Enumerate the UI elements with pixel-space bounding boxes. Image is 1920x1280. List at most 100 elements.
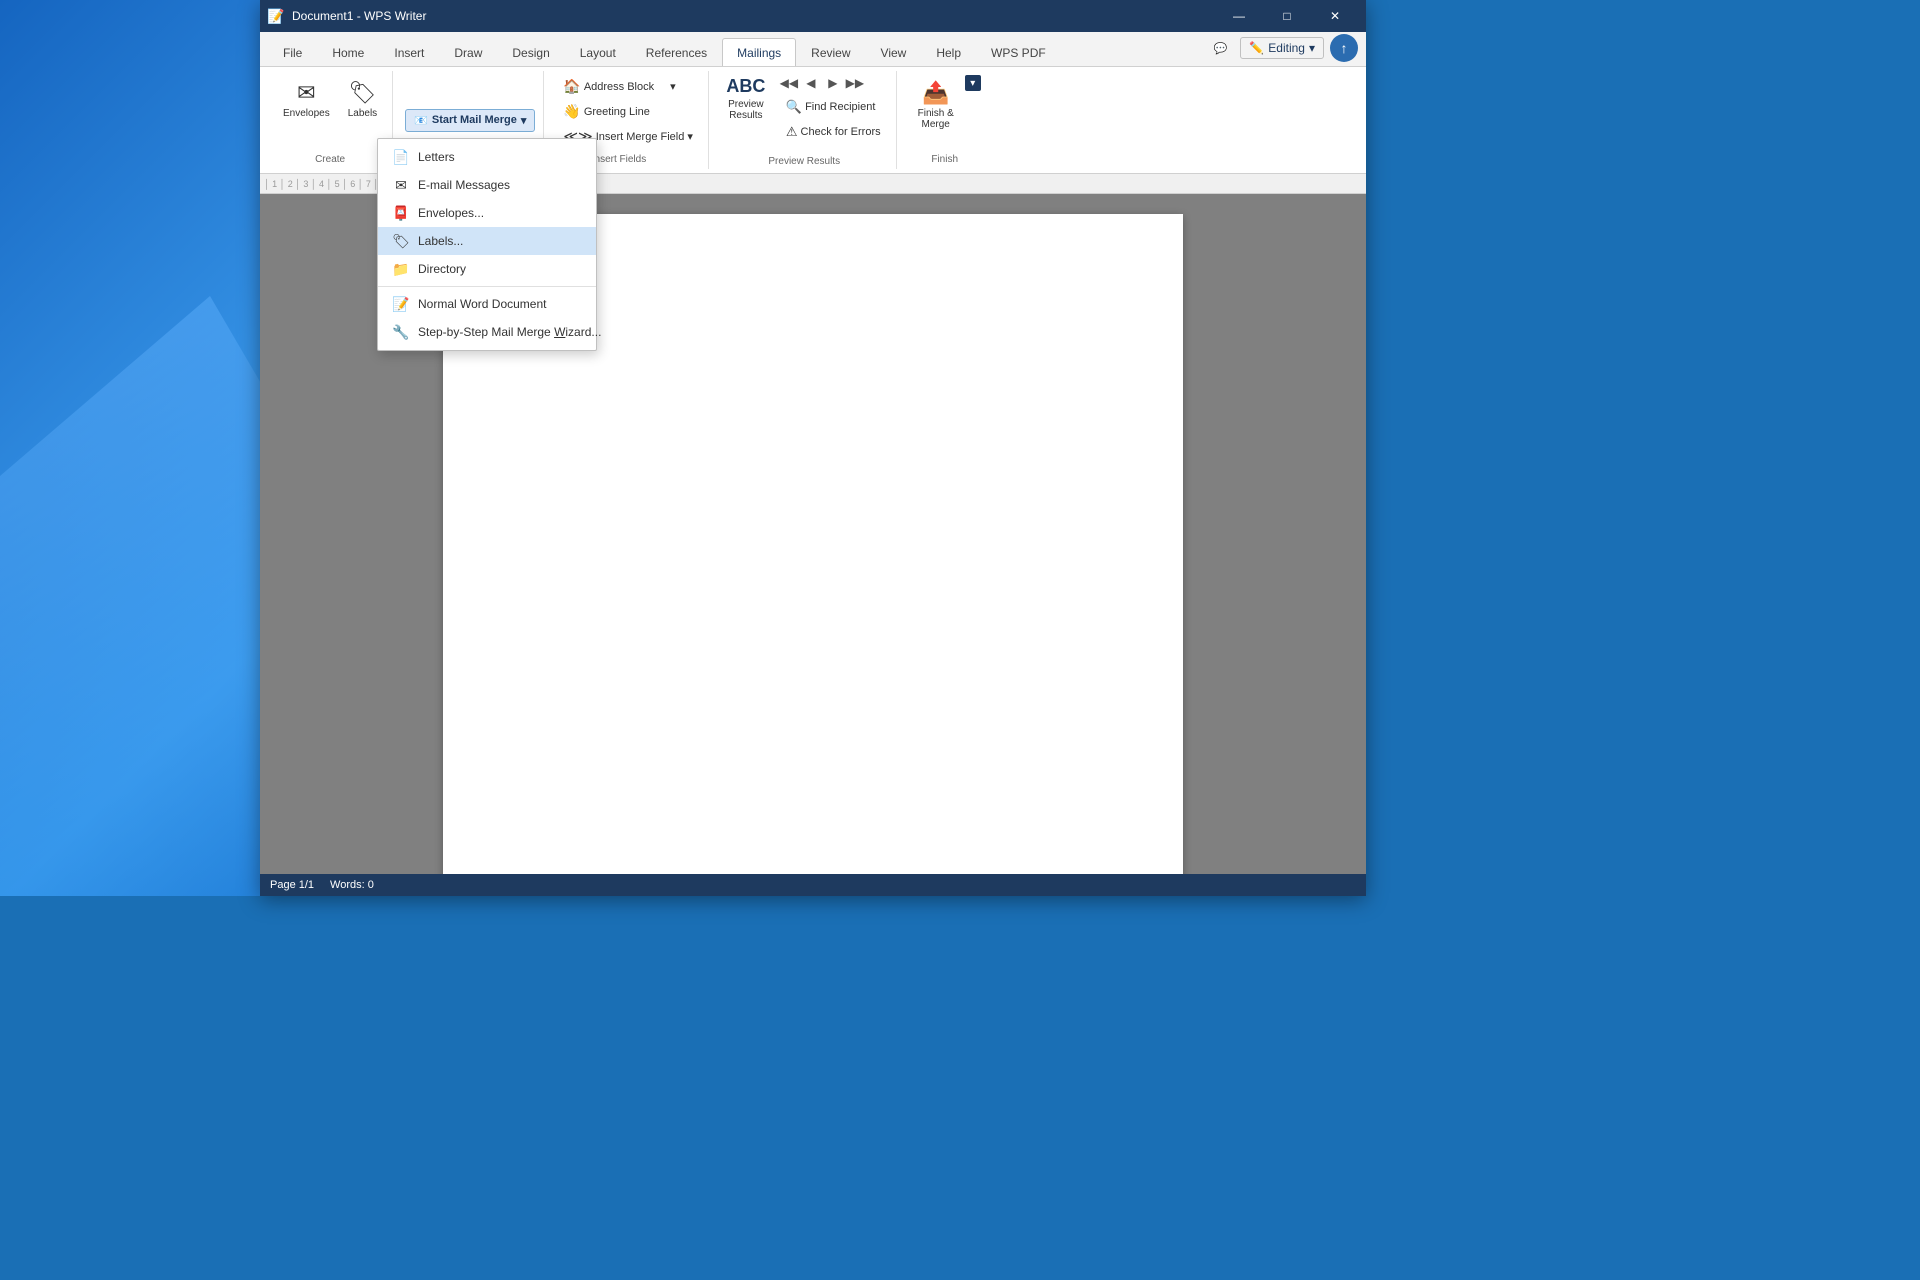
envelopes-button[interactable]: ✉ Envelopes <box>276 75 337 124</box>
tab-mailings[interactable]: Mailings <box>722 38 796 66</box>
finish-icon: 📤 <box>922 80 949 106</box>
labels-label: Labels <box>348 108 377 119</box>
edit-icon: ✏️ <box>1249 41 1264 55</box>
title-bar-controls: — □ ✕ <box>1216 0 1358 32</box>
greeting-icon: 👋 <box>563 103 580 120</box>
directory-label: Directory <box>418 262 466 276</box>
menu-item-normal-word[interactable]: 📝 Normal Word Document <box>378 290 596 318</box>
envelopes-label: Envelopes <box>283 108 330 119</box>
chevron-down-icon: ▾ <box>970 78 975 89</box>
finish-merge-button[interactable]: 📤 Finish &Merge <box>909 75 963 135</box>
tab-wps-pdf[interactable]: WPS PDF <box>976 38 1061 66</box>
nav-row: ◀◀ ◀ ▶ ▶▶ <box>779 73 888 93</box>
find-icon: 🔍 <box>786 99 802 115</box>
letters-label: Letters <box>418 150 455 164</box>
tab-design[interactable]: Design <box>497 38 564 66</box>
first-record-button[interactable]: ◀◀ <box>779 73 799 93</box>
address-block-icon: 🏠 <box>563 78 580 95</box>
envelopes-menu-icon: 📮 <box>392 204 410 222</box>
last-record-button[interactable]: ▶▶ <box>845 73 865 93</box>
address-block-button[interactable]: 🏠 Address Block <box>556 75 661 98</box>
finish-group: 📤 Finish &Merge ▾ Finish <box>901 71 989 169</box>
app-icon: 📝 <box>268 8 284 24</box>
write-insert-row2: 👋 Greeting Line <box>556 100 700 123</box>
create-buttons: ✉ Envelopes 🏷 Labels <box>276 75 384 124</box>
status-bar: Page 1/1 Words: 0 <box>260 874 1366 896</box>
share-icon: ↑ <box>1341 40 1348 56</box>
menu-item-letters[interactable]: 📄 Letters <box>378 143 596 171</box>
menu-item-labels[interactable]: 🏷 Labels... <box>378 227 596 255</box>
tab-home[interactable]: Home <box>317 38 379 66</box>
wizard-icon: 🔧 <box>392 323 410 341</box>
tab-view[interactable]: View <box>866 38 922 66</box>
menu-item-envelopes[interactable]: 📮 Envelopes... <box>378 199 596 227</box>
abc-icon: ABC <box>726 76 765 97</box>
comment-button[interactable]: 💬 <box>1207 39 1235 58</box>
envelopes-menu-label: Envelopes... <box>418 206 484 220</box>
prev-record-button[interactable]: ◀ <box>801 73 821 93</box>
menu-item-email-messages[interactable]: ✉ E-mail Messages <box>378 171 596 199</box>
menu-item-directory[interactable]: 📁 Directory <box>378 255 596 283</box>
start-mail-merge-label: Start Mail Merge <box>432 114 517 126</box>
tab-bar: File Home Insert Draw Design Layout Refe… <box>260 32 1366 66</box>
chevron-down-icon: ▾ <box>687 130 693 143</box>
email-messages-label: E-mail Messages <box>418 178 510 192</box>
tab-references[interactable]: References <box>631 38 722 66</box>
finish-group-label: Finish <box>931 154 958 165</box>
close-button[interactable]: ✕ <box>1312 0 1358 32</box>
tab-layout[interactable]: Layout <box>565 38 631 66</box>
tab-review[interactable]: Review <box>796 38 865 66</box>
expand-ribbon-button[interactable]: ▾ <box>965 75 981 91</box>
directory-icon: 📁 <box>392 260 410 278</box>
tab-insert[interactable]: Insert <box>379 38 439 66</box>
email-icon: ✉ <box>392 176 410 194</box>
labels-menu-label: Labels... <box>418 234 463 248</box>
create-group-label: Create <box>315 154 345 165</box>
insert-merge-field-label: Insert Merge Field <box>596 131 685 143</box>
more-address-button[interactable]: ▾ <box>663 77 683 96</box>
create-group: ✉ Envelopes 🏷 Labels Create <box>268 71 393 169</box>
comment-icon: 💬 <box>1214 42 1228 55</box>
tab-help[interactable]: Help <box>921 38 976 66</box>
window-title: Document1 - WPS Writer <box>292 9 1208 23</box>
write-insert-row1: 🏠 Address Block ▾ <box>556 75 700 98</box>
start-mail-merge-dropdown: 📄 Letters ✉ E-mail Messages 📮 Envelopes.… <box>377 138 597 351</box>
start-mail-merge-button[interactable]: 📧 Start Mail Merge ▾ <box>405 109 535 132</box>
preview-results-button[interactable]: ABC PreviewResults <box>721 73 771 124</box>
editing-label: Editing <box>1268 41 1305 55</box>
tab-bar-right: 💬 ✏️ Editing ▾ ↑ <box>1207 34 1358 66</box>
normal-word-label: Normal Word Document <box>418 297 546 311</box>
normal-word-icon: 📝 <box>392 295 410 313</box>
app-window: 📝 Document1 - WPS Writer — □ ✕ File Home… <box>260 0 1366 896</box>
wizard-label: Step-by-Step Mail Merge Wizard... <box>418 325 601 339</box>
labels-button[interactable]: 🏷 Labels <box>341 75 384 124</box>
preview-results-group-label: Preview Results <box>768 156 840 167</box>
word-count: Words: 0 <box>330 879 374 891</box>
check-errors-label: Check for Errors <box>801 126 881 138</box>
page-info: Page 1/1 <box>270 879 314 891</box>
title-bar: 📝 Document1 - WPS Writer — □ ✕ <box>260 0 1366 32</box>
finish-merge-label: Finish &Merge <box>918 108 954 130</box>
envelope-icon: ✉ <box>297 80 315 106</box>
address-block-label: Address Block <box>584 81 654 93</box>
share-button[interactable]: ↑ <box>1330 34 1358 62</box>
check-errors-button[interactable]: ⚠ Check for Errors <box>779 121 888 143</box>
find-recipient-button[interactable]: 🔍 Find Recipient <box>779 96 888 118</box>
greeting-line-button[interactable]: 👋 Greeting Line <box>556 100 656 123</box>
menu-item-wizard[interactable]: 🔧 Step-by-Step Mail Merge Wizard... <box>378 318 596 346</box>
check-icon: ⚠ <box>786 124 798 140</box>
greeting-line-label: Greeting Line <box>584 106 650 118</box>
editing-button[interactable]: ✏️ Editing ▾ <box>1240 37 1324 59</box>
chevron-down-icon: ▾ <box>521 114 527 127</box>
chevron-down-icon: ▾ <box>670 80 676 93</box>
minimize-button[interactable]: — <box>1216 0 1262 32</box>
maximize-button[interactable]: □ <box>1264 0 1310 32</box>
tab-file[interactable]: File <box>268 38 317 66</box>
chevron-down-icon: ▾ <box>1309 41 1315 55</box>
preview-results-label: PreviewResults <box>728 99 764 121</box>
next-record-button[interactable]: ▶ <box>823 73 843 93</box>
label-icon: 🏷 <box>348 80 376 106</box>
tab-draw[interactable]: Draw <box>439 38 497 66</box>
letters-icon: 📄 <box>392 148 410 166</box>
find-recipient-label: Find Recipient <box>805 101 875 113</box>
